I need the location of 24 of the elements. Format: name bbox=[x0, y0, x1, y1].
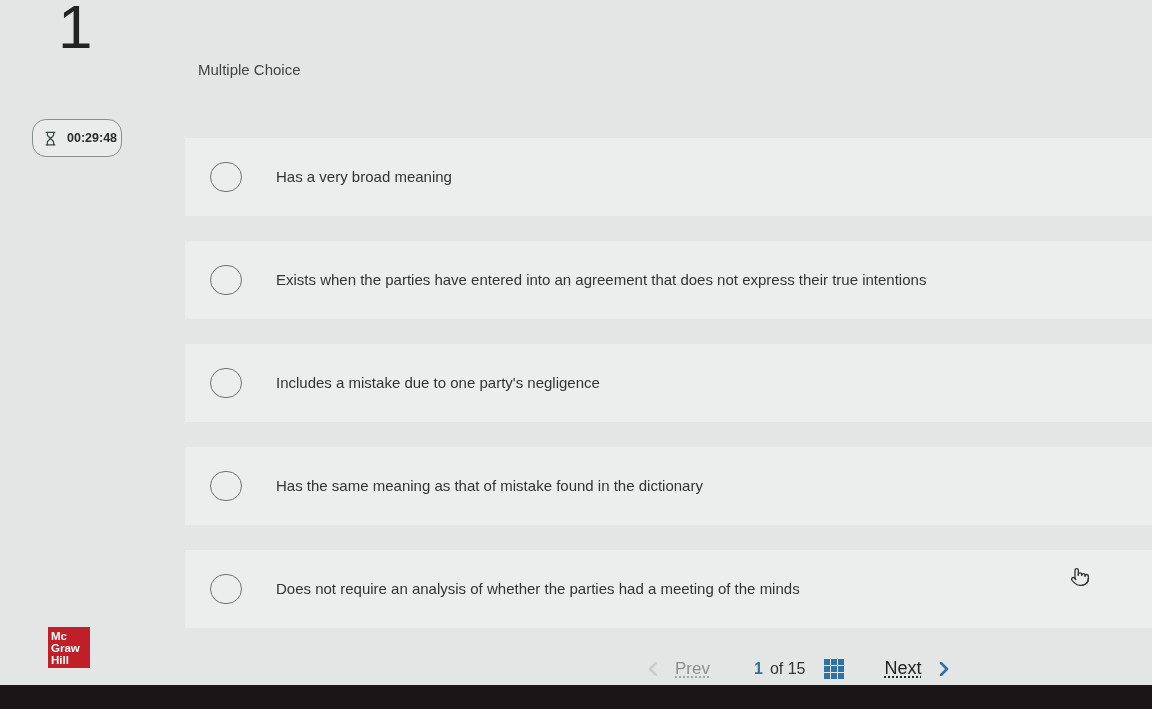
answer-option[interactable]: Exists when the parties have entered into an agreement that does not express their true intentions bbox=[185, 241, 1152, 319]
answer-option[interactable]: Includes a mistake due to one party's negligence bbox=[185, 344, 1152, 422]
chevron-right-icon bbox=[939, 661, 950, 676]
answer-option[interactable]: Does not require an analysis of whether the parties had a meeting of the minds bbox=[185, 550, 1152, 628]
hand-cursor-icon bbox=[1070, 567, 1090, 587]
hourglass-icon bbox=[43, 130, 58, 146]
logo-text: Hill bbox=[51, 653, 69, 666]
option-text: Exists when the parties have entered into an agreement that does not express their true intentions bbox=[276, 269, 927, 290]
logo-text: Mc bbox=[51, 629, 67, 642]
timer-text: 00:29:48 bbox=[67, 129, 118, 147]
next-button[interactable]: Next bbox=[884, 655, 950, 682]
option-text: Does not require an analysis of whether the parties had a meeting of the minds bbox=[276, 578, 800, 599]
grid-icon[interactable] bbox=[824, 658, 845, 679]
question-type: Multiple Choice bbox=[198, 60, 301, 80]
current-question: 1 bbox=[753, 658, 763, 679]
question-number: 1 bbox=[58, 0, 93, 58]
option-text: Includes a mistake due to one party's negligence bbox=[276, 372, 600, 393]
answer-option[interactable]: Has a very broad meaning bbox=[185, 138, 1152, 216]
chevron-left-icon bbox=[648, 661, 658, 676]
question-count: of 15 bbox=[769, 658, 806, 679]
option-text: Has the same meaning as that of mistake found in the dictionary bbox=[276, 475, 703, 496]
logo-text: Graw bbox=[51, 641, 80, 654]
answer-option[interactable]: Has the same meaning as that of mistake found in the dictionary bbox=[185, 447, 1152, 525]
option-text: Has a very broad meaning bbox=[276, 166, 452, 187]
